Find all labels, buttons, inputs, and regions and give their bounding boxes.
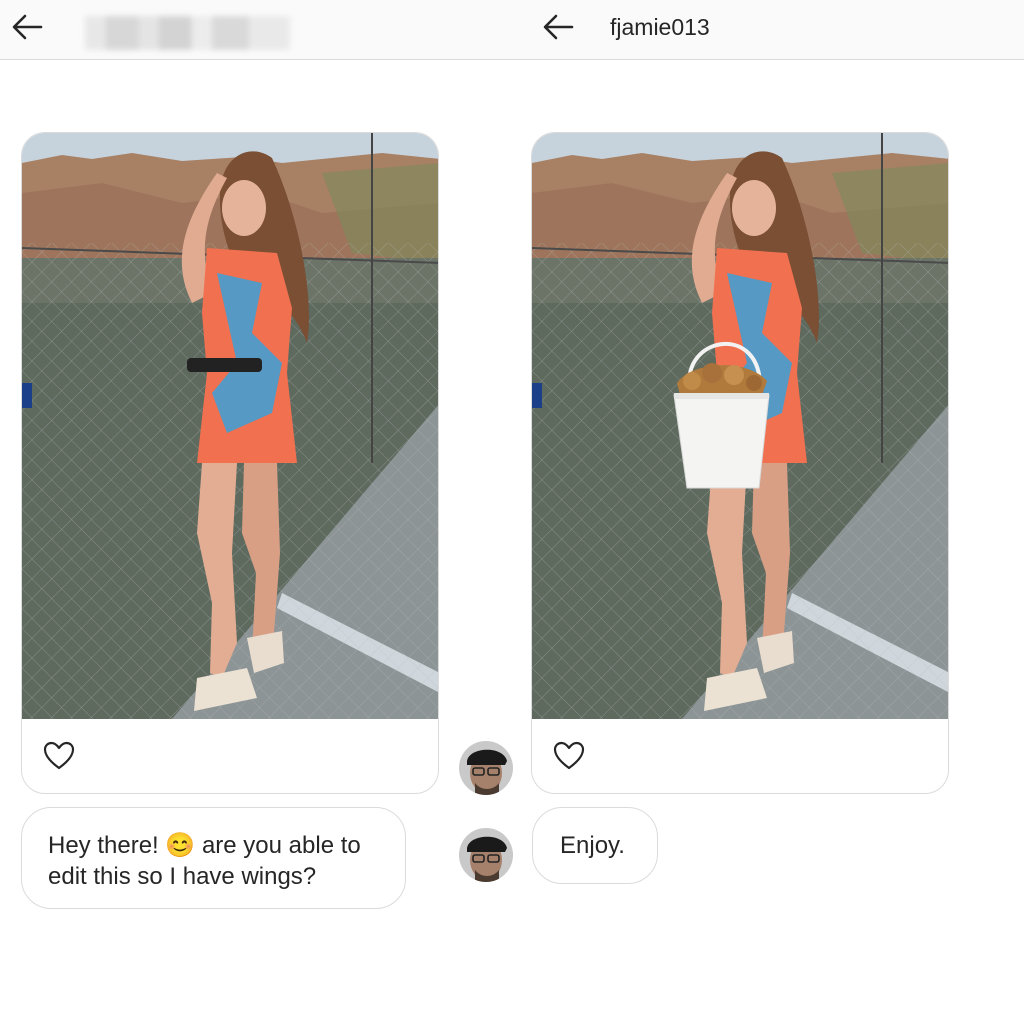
reply-bubble[interactable]: Enjoy. [532,807,658,884]
smiling-face-emoji-icon: 😊 [165,832,196,859]
heart-outline-icon[interactable] [42,739,76,773]
message-text-start: Hey there! [48,832,166,859]
chat-username[interactable]: fjamie013 [610,12,710,42]
photo-original[interactable] [22,133,438,719]
reply-text: Enjoy. [560,832,625,859]
message-bubble[interactable]: Hey there! 😊 are you able to edit this s… [21,807,406,909]
shared-photo-card[interactable] [531,132,949,794]
header-bar: fjamie013 [0,0,1024,60]
back-arrow-icon[interactable] [541,12,575,42]
photo-edited-with-bucket[interactable] [532,133,948,719]
sender-avatar[interactable] [459,741,513,795]
back-arrow-icon[interactable] [10,12,44,42]
heart-outline-icon[interactable] [552,739,586,773]
sender-avatar[interactable] [459,828,513,882]
blurred-username [85,16,290,50]
shared-photo-card[interactable] [21,132,439,794]
